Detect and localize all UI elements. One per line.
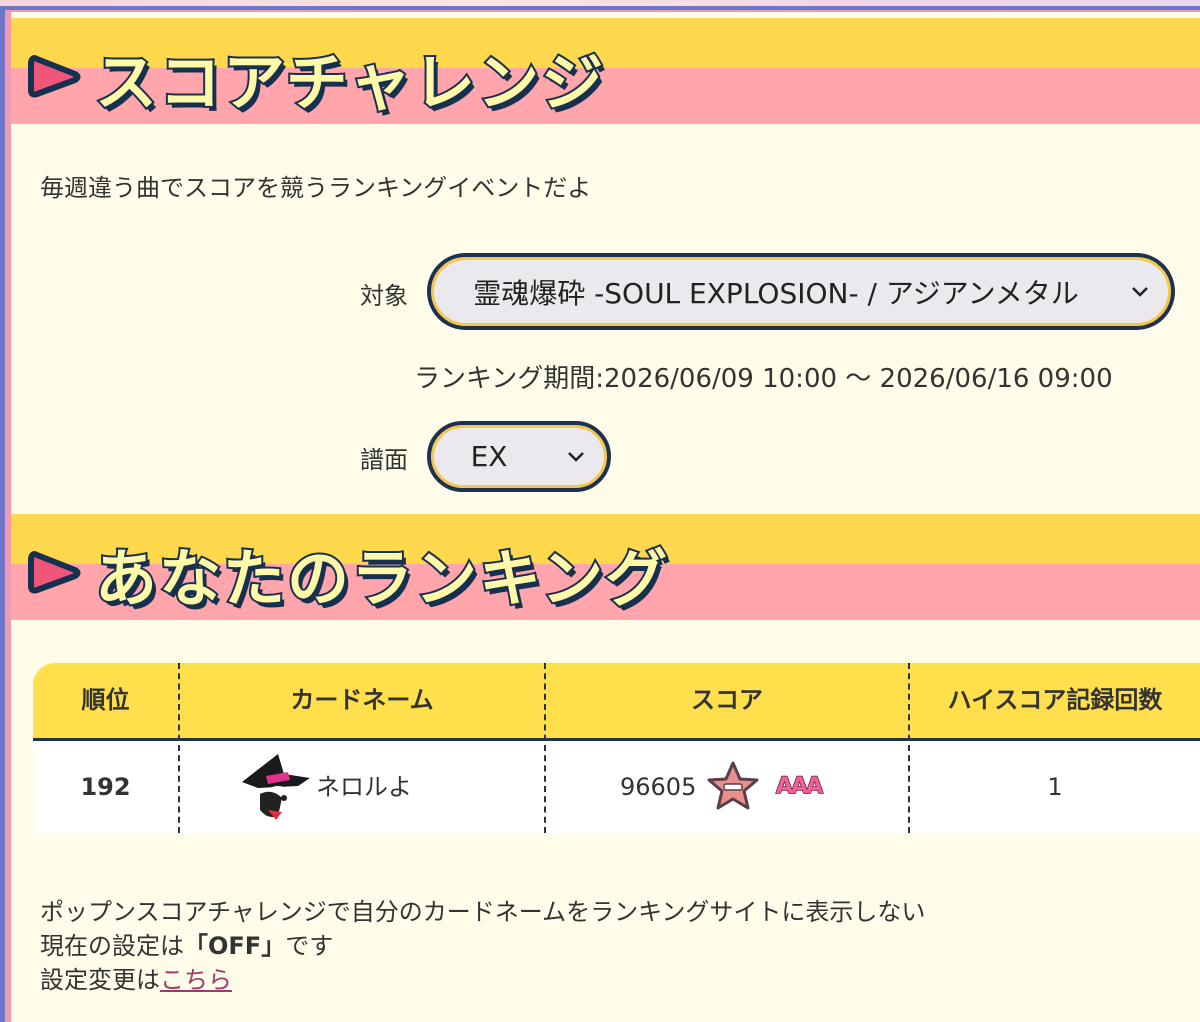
target-song-select[interactable]: 霊魂爆砕 -SOUL EXPLOSION- / アジアンメタル — [427, 253, 1175, 330]
target-label: 対象 — [360, 282, 408, 310]
current-setting-value: 「OFF」 — [184, 932, 286, 960]
chart-label: 譜面 — [360, 446, 408, 474]
play-triangle-icon — [28, 55, 81, 98]
header-score: スコア — [691, 686, 763, 714]
ranking-period: ランキング期間:2026/06/09 10:00 ～ 2026/06/16 09… — [414, 364, 1113, 394]
your-ranking-header: あなたのランキング — [11, 514, 1200, 624]
top-border — [0, 6, 1200, 12]
chart-difficulty-select[interactable]: EX — [427, 421, 611, 492]
header-highscore-count: ハイスコア記録回数 — [947, 686, 1163, 714]
card-name-value: ネロルよ — [316, 773, 412, 801]
section-title: スコアチャレンジ — [93, 44, 606, 121]
grade-badge: AAA — [775, 773, 824, 800]
change-setting-link[interactable]: こちら — [160, 966, 232, 994]
score-challenge-header: スコアチャレンジ — [11, 18, 1200, 128]
play-triangle-icon — [28, 551, 81, 594]
highscore-count-value: 1 — [1047, 773, 1063, 801]
chevron-down-icon — [1132, 286, 1148, 297]
rank-value: 192 — [80, 773, 131, 801]
change-setting-prefix: 設定変更は — [40, 966, 160, 994]
chart-difficulty-value: EX — [470, 440, 508, 473]
event-description: 毎週違う曲でスコアを競うランキングイベントだよ — [40, 174, 592, 202]
target-song-value: 霊魂爆砕 -SOUL EXPLOSION- / アジアンメタル — [473, 276, 1079, 310]
page-frame: スコアチャレンジ 毎週違う曲でスコアを競うランキングイベントだよ 対象 霊魂爆砕… — [0, 0, 1200, 1022]
privacy-setting-note: ポップンスコアチャレンジで自分のカードネームをランキングサイトに表示しない 現在… — [40, 895, 925, 997]
score-value: 96605 — [620, 773, 697, 801]
section-title: あなたのランキング — [93, 540, 670, 617]
header-rank: 順位 — [81, 686, 130, 714]
privacy-note-line: ポップンスコアチャレンジで自分のカードネームをランキングサイトに表示しない — [40, 898, 926, 926]
current-setting-prefix: 現在の設定は — [40, 932, 184, 960]
change-setting-line: 設定変更はこちら — [40, 963, 925, 997]
header-card-name: カードネーム — [290, 686, 434, 714]
star-medal-icon — [707, 761, 759, 810]
current-setting-suffix: です — [285, 932, 334, 960]
avatar — [242, 754, 310, 820]
chevron-down-icon — [568, 451, 584, 462]
current-setting-line: 現在の設定は「OFF」です — [40, 929, 925, 963]
